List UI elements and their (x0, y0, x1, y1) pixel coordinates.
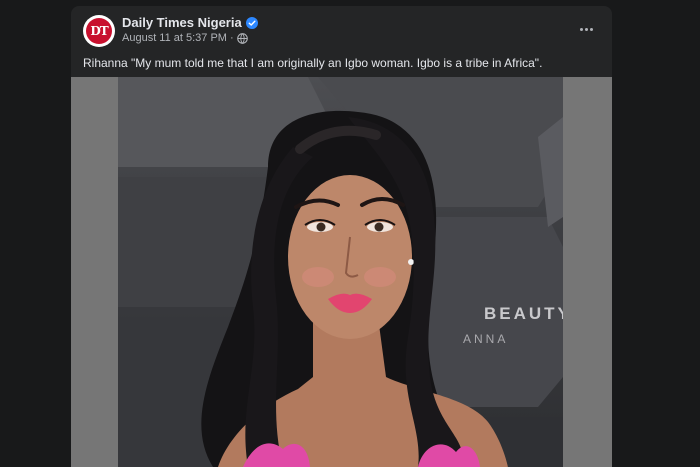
post-card: DT Daily Times Nigeria August 11 at 5:37… (71, 6, 612, 467)
backdrop-text-beauty: BEAUTY (484, 304, 563, 323)
daily-times-logo: DT (86, 18, 112, 44)
post-caption: Rihanna "My mum told me that I am origin… (83, 56, 543, 70)
backdrop-text-anna: ANNA (463, 332, 508, 346)
avatar[interactable]: DT (83, 15, 115, 47)
globe-icon[interactable] (236, 32, 248, 44)
photo-content: BEAUTY ANNA (118, 77, 563, 467)
post-meta: August 11 at 5:37 PM · (122, 32, 248, 44)
page-name-text: Daily Times Nigeria (122, 15, 242, 30)
page-name-link[interactable]: Daily Times Nigeria (122, 15, 258, 30)
photo-illustration: BEAUTY ANNA (118, 77, 563, 467)
post-header: DT Daily Times Nigeria August 11 at 5:37… (71, 6, 612, 54)
post-timestamp[interactable]: August 11 at 5:37 PM (122, 32, 227, 44)
ellipsis-icon (579, 27, 583, 31)
more-options-button[interactable] (574, 19, 598, 39)
verified-badge-icon (245, 16, 258, 29)
post-photo[interactable]: BEAUTY ANNA (71, 77, 612, 467)
meta-separator: · (229, 32, 234, 44)
